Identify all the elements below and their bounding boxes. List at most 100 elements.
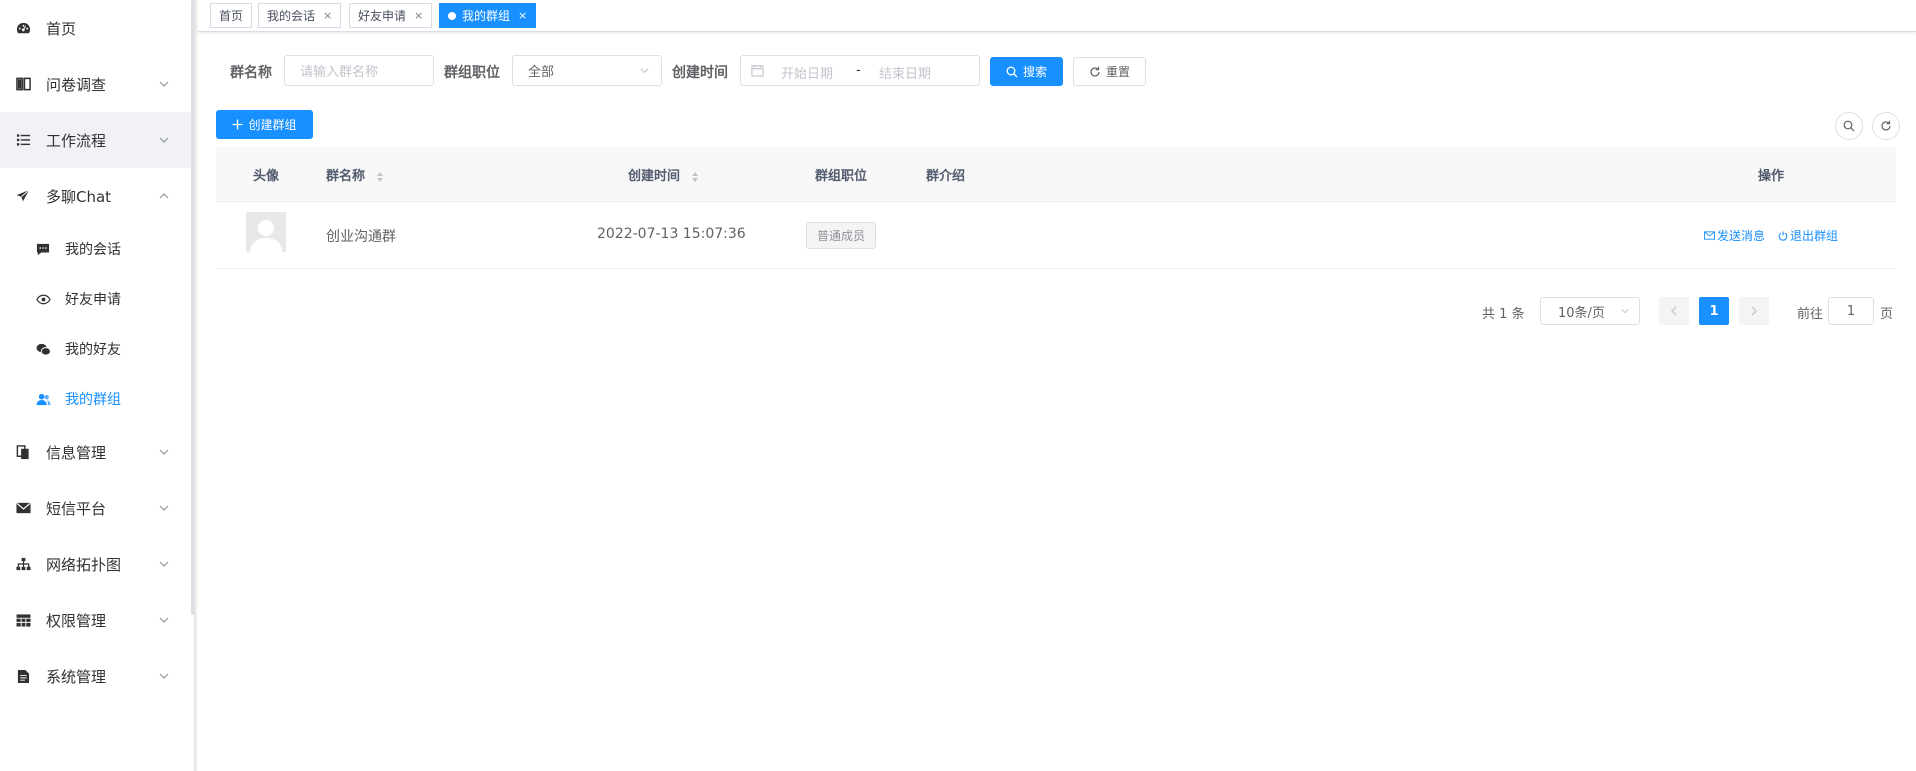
book-icon	[15, 76, 31, 92]
close-icon[interactable]: ×	[414, 9, 423, 22]
sidebar-item-label: 问卷调查	[46, 75, 107, 94]
sidebar-item-info[interactable]: 信息管理	[0, 424, 191, 480]
sidebar-item-permissions[interactable]: 权限管理	[0, 592, 191, 648]
documents-icon	[15, 444, 31, 460]
chevron-down-icon	[159, 137, 169, 143]
search-button-label: 搜索	[1022, 65, 1047, 79]
toggle-search-button[interactable]	[1835, 112, 1863, 140]
sidebar-subitem-friend-requests[interactable]: 好友申请	[0, 274, 191, 324]
sidebar-subitem-label: 好友申请	[65, 292, 121, 308]
refresh-icon	[1090, 66, 1100, 77]
page-number-1[interactable]: 1	[1699, 297, 1729, 325]
sidebar-subitem-my-chats[interactable]: 我的会话	[0, 224, 191, 274]
sidebar: 首页 问卷调查 工作流程 多聊Chat 我的会话 好友申请 我的好友 我的群组 …	[0, 0, 195, 771]
power-icon	[1778, 231, 1788, 241]
sidebar-item-workflow[interactable]: 工作流程	[0, 112, 191, 168]
users-icon	[35, 391, 51, 407]
sidebar-subitem-my-friends[interactable]: 我的好友	[0, 324, 191, 374]
sidebar-item-label: 系统管理	[46, 667, 107, 686]
create-group-button[interactable]: 创建群组	[216, 110, 313, 139]
sidebar-subitem-label: 我的好友	[65, 342, 121, 358]
eye-icon	[35, 291, 51, 307]
table-icon	[15, 612, 31, 628]
active-dot-icon	[448, 11, 456, 20]
sidebar-item-label: 权限管理	[46, 611, 107, 630]
group-name-cell: 创业沟通群	[326, 229, 396, 245]
pagination-total: 共 1 条	[1482, 307, 1525, 322]
created-time-label: 创建时间	[672, 65, 728, 81]
quit-group-link[interactable]: 退出群组	[1778, 227, 1838, 244]
created-time-cell: 2022-07-13 15:07:36	[597, 226, 746, 242]
user-placeholder-icon	[246, 212, 286, 252]
date-range-picker[interactable]: 开始日期 - 结束日期	[740, 55, 980, 86]
role-tag: 普通成员	[806, 222, 877, 249]
date-range-separator: -	[856, 63, 861, 78]
group-role-select[interactable]: 全部	[512, 55, 662, 86]
refresh-icon	[1881, 120, 1891, 131]
tag-my-groups[interactable]: 我的群组 ×	[439, 3, 537, 28]
sidebar-item-chat[interactable]: 多聊Chat	[0, 168, 191, 224]
close-icon[interactable]: ×	[323, 9, 332, 22]
sidebar-item-sms[interactable]: 短信平台	[0, 480, 191, 536]
chevron-down-icon	[159, 81, 169, 87]
prev-page-button[interactable]	[1659, 297, 1689, 325]
end-date-placeholder[interactable]: 结束日期	[879, 63, 931, 82]
tags-view: 首页 我的会话 × 好友申请 × 我的群组 ×	[198, 0, 1916, 32]
avatar	[246, 212, 286, 252]
group-name-placeholder: 请输入群名称	[300, 65, 379, 80]
tag-label: 好友申请	[358, 9, 407, 23]
close-icon[interactable]: ×	[518, 9, 527, 22]
sidebar-item-survey[interactable]: 问卷调查	[0, 56, 191, 112]
column-header-actions: 操作	[1758, 169, 1785, 184]
table-row: 创业沟通群 2022-07-13 15:07:36 普通成员 发送消息 退出群组	[216, 202, 1896, 269]
search-icon	[1843, 120, 1855, 132]
calendar-icon	[751, 64, 764, 77]
sidebar-item-topology[interactable]: 网络拓扑图	[0, 536, 191, 592]
goto-page-input[interactable]: 1	[1828, 297, 1874, 325]
group-role-label: 群组职位	[444, 65, 500, 81]
sidebar-item-label: 信息管理	[46, 443, 107, 462]
sort-icon[interactable]	[376, 171, 384, 183]
tag-my-chats[interactable]: 我的会话 ×	[258, 3, 342, 28]
sidebar-item-system[interactable]: 系统管理	[0, 648, 191, 704]
reset-button[interactable]: 重置	[1073, 57, 1146, 86]
send-icon	[15, 188, 31, 204]
search-button[interactable]: 搜索	[990, 57, 1063, 86]
group-role-value: 全部	[528, 65, 555, 80]
chevron-down-icon	[159, 505, 169, 511]
message-icon	[35, 241, 51, 257]
tag-label: 我的会话	[267, 9, 316, 23]
mail-icon	[15, 500, 31, 516]
chevron-down-icon	[159, 673, 169, 679]
sidebar-item-label: 网络拓扑图	[46, 555, 122, 574]
sidebar-subitem-label: 我的会话	[65, 242, 121, 258]
send-message-label: 发送消息	[1717, 229, 1766, 243]
page-suffix-label: 页	[1880, 307, 1894, 322]
mail-icon	[1704, 231, 1715, 240]
create-group-button-label: 创建群组	[248, 118, 297, 132]
table-header: 头像 群名称 创建时间 群组职位 群介绍 操作	[216, 147, 1896, 202]
sidebar-item-home[interactable]: 首页	[0, 0, 191, 56]
sidebar-item-label: 工作流程	[46, 131, 107, 150]
start-date-placeholder[interactable]: 开始日期	[781, 63, 833, 82]
sidebar-item-label: 短信平台	[46, 499, 107, 518]
sort-icon[interactable]	[691, 171, 699, 183]
tag-home[interactable]: 首页	[210, 3, 253, 28]
column-header-role: 群组职位	[815, 169, 868, 184]
group-name-input[interactable]: 请输入群名称	[284, 55, 434, 86]
chevron-down-icon	[159, 449, 169, 455]
sidebar-item-label: 多聊Chat	[46, 187, 112, 206]
chevron-down-icon	[159, 561, 169, 567]
file-text-icon	[15, 668, 31, 684]
send-message-link[interactable]: 发送消息	[1704, 227, 1765, 244]
column-header-name[interactable]: 群名称	[326, 165, 384, 184]
sidebar-subitem-my-groups[interactable]: 我的群组	[0, 374, 191, 424]
dashboard-icon	[15, 20, 31, 36]
page-size-select[interactable]: 10条/页	[1540, 297, 1640, 325]
next-page-button[interactable]	[1739, 297, 1769, 325]
list-icon	[15, 132, 31, 148]
column-header-created[interactable]: 创建时间	[628, 165, 699, 184]
refresh-table-button[interactable]	[1872, 112, 1900, 140]
chevron-down-icon	[1621, 309, 1629, 314]
tag-friend-requests[interactable]: 好友申请 ×	[349, 3, 433, 28]
